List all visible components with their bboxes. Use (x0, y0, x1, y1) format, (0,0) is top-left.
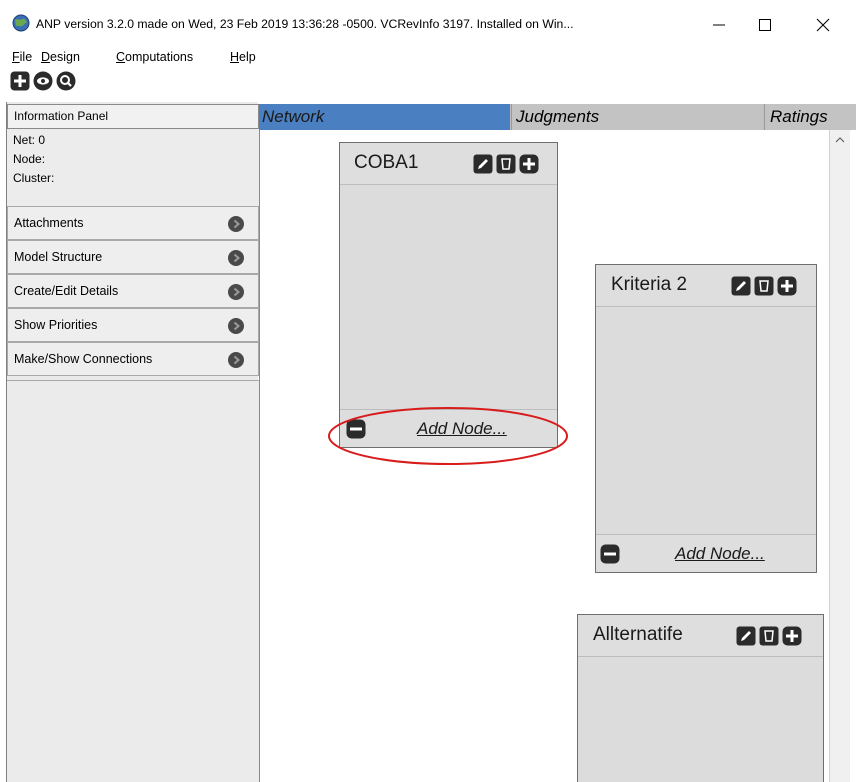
left-panel-empty-area (7, 380, 259, 782)
chevron-right-icon (228, 250, 244, 266)
chevron-right-icon (228, 216, 244, 232)
eye-icon[interactable] (33, 71, 53, 91)
vertical-scrollbar[interactable] (829, 130, 850, 782)
accordion-label: Attachments (14, 216, 84, 230)
cluster-title: Allternatife (593, 624, 683, 645)
remove-icon[interactable] (600, 544, 620, 564)
cluster-header: COBA1 (340, 143, 557, 185)
add-icon[interactable] (519, 154, 539, 174)
scroll-up-icon[interactable] (835, 136, 845, 144)
accordion-label: Model Structure (14, 250, 103, 264)
add-node-link[interactable]: Add Node... (675, 544, 765, 564)
edit-icon[interactable] (473, 154, 493, 174)
menu-file-label: ile (19, 50, 33, 64)
menu-computations-label: omputations (125, 50, 194, 64)
trash-icon[interactable] (754, 276, 774, 296)
edit-icon[interactable] (731, 276, 751, 296)
accordion-create-edit-details[interactable]: Create/Edit Details (7, 274, 259, 308)
zoom-icon[interactable] (56, 71, 76, 91)
cluster-allternatife[interactable]: Allternatife (577, 614, 824, 782)
menu-help-label: elp (239, 50, 256, 64)
add-icon[interactable] (777, 276, 797, 296)
information-panel-header: Information Panel (7, 104, 259, 129)
chevron-right-icon (228, 352, 244, 368)
menu-design-label: esign (50, 50, 80, 64)
cluster-coba1[interactable]: COBA1 Add Node... (339, 142, 558, 448)
minimize-icon (713, 24, 725, 26)
minimize-button[interactable] (696, 8, 742, 42)
cluster-footer: Add Node... (596, 534, 816, 572)
chevron-right-icon (228, 318, 244, 334)
left-panel: Information Panel Net: 0 Node: Cluster: … (6, 102, 259, 782)
close-button[interactable] (800, 8, 846, 42)
maximize-icon (759, 19, 771, 31)
menu-help-mnemonic: H (230, 50, 240, 64)
menu-file[interactable]: File (12, 50, 32, 64)
node-label: Node: (13, 152, 46, 166)
accordion-show-priorities[interactable]: Show Priorities (7, 308, 259, 342)
cluster-header: Allternatife (578, 615, 823, 657)
cluster-title: Kriteria 2 (611, 274, 688, 295)
menu-design[interactable]: Design (41, 50, 80, 64)
title-bar: ANP version 3.2.0 made on Wed, 23 Feb 20… (0, 0, 856, 46)
globe-icon (12, 14, 30, 32)
trash-icon[interactable] (759, 626, 779, 646)
window-title: ANP version 3.2.0 made on Wed, 23 Feb 20… (36, 17, 574, 31)
menu-bar: File Design Computations Help (0, 46, 856, 68)
menu-computations[interactable]: Computations (116, 50, 193, 64)
cluster-kriteria-2[interactable]: Kriteria 2 Add Node... (595, 264, 817, 573)
close-icon (816, 18, 830, 32)
trash-icon[interactable] (496, 154, 516, 174)
accordion-label: Make/Show Connections (14, 352, 153, 366)
tab-network[interactable]: Network (259, 104, 510, 130)
cluster-title: COBA1 (354, 152, 419, 173)
accordion-attachments[interactable]: Attachments (7, 206, 259, 240)
cluster-label: Cluster: (13, 171, 55, 185)
menu-computations-mnemonic: C (116, 50, 126, 64)
toolbar (0, 70, 856, 96)
accordion-label: Create/Edit Details (14, 284, 119, 298)
menu-design-mnemonic: D (41, 50, 51, 64)
tab-ratings[interactable]: Ratings (764, 104, 856, 130)
accordion-label: Show Priorities (14, 318, 98, 332)
add-icon[interactable] (782, 626, 802, 646)
menu-help[interactable]: Help (230, 50, 256, 64)
edit-icon[interactable] (736, 626, 756, 646)
menu-file-mnemonic: F (12, 50, 20, 64)
accordion-model-structure[interactable]: Model Structure (7, 240, 259, 274)
tab-judgments[interactable]: Judgments (511, 104, 763, 130)
cluster-header: Kriteria 2 (596, 265, 816, 307)
net-label: Net: 0 (13, 133, 46, 147)
add-icon[interactable] (10, 71, 30, 91)
highlight-ellipse (328, 407, 568, 465)
chevron-right-icon (228, 284, 244, 300)
tab-bar: Network Judgments Ratings (259, 104, 856, 130)
accordion-make-show-connections[interactable]: Make/Show Connections (7, 342, 259, 376)
information-panel-body: Net: 0 Node: Cluster: (7, 130, 259, 206)
maximize-button[interactable] (742, 8, 788, 42)
